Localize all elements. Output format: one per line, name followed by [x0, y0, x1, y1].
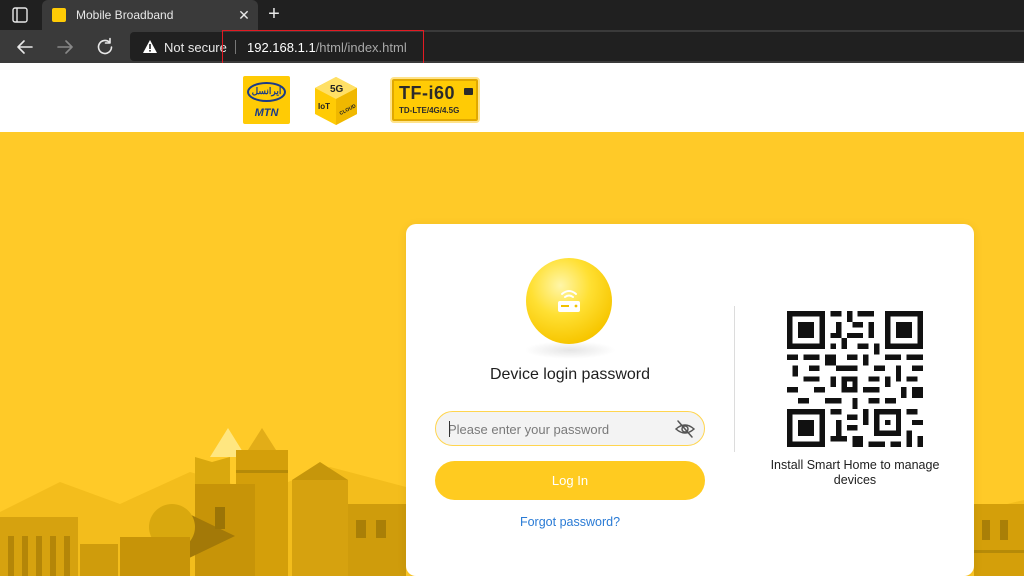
- mtn-logo-en-text: MTN: [254, 107, 279, 119]
- favicon-icon: [52, 8, 66, 22]
- 5g-iot-cloud-logo: 5G IoT CLOUD: [315, 77, 358, 125]
- qr-caption: Install Smart Home to manage devices: [770, 458, 940, 487]
- irancell-mtn-logo: ایرانسل MTN: [243, 76, 290, 124]
- tf-badge: [464, 88, 473, 95]
- tab-actions-icon[interactable]: [10, 6, 30, 24]
- tf-sub-text: TD-LTE/4G/4.5G: [399, 106, 460, 115]
- qr-code: [787, 311, 923, 447]
- back-arrow-icon[interactable]: [13, 35, 37, 59]
- router-icon: [558, 290, 580, 312]
- new-tab-button[interactable]: +: [262, 3, 286, 27]
- text-caret: [449, 421, 450, 437]
- router-orb: [526, 258, 612, 344]
- eye-slash-icon[interactable]: [674, 419, 696, 439]
- mtn-logo-fa-text: ایرانسل: [251, 86, 282, 96]
- tf-model-text: TF-i60: [399, 83, 456, 103]
- password-input[interactable]: [448, 419, 668, 439]
- security-label[interactable]: Not secure: [164, 40, 227, 55]
- tab-bar: Mobile Broadband ✕ +: [0, 0, 1024, 30]
- password-field[interactable]: [435, 411, 705, 446]
- forgot-password-link[interactable]: Forgot password?: [406, 515, 734, 529]
- forward-arrow-icon[interactable]: [53, 35, 77, 59]
- browser-toolbar: Not secure 192.168.1.1/html/index.html: [0, 30, 1024, 63]
- reload-icon[interactable]: [93, 35, 117, 59]
- login-title: Device login password: [489, 366, 651, 383]
- warning-icon[interactable]: [142, 39, 158, 54]
- logo-5g-text: 5G: [330, 84, 344, 95]
- logo-5g-iot: IoT: [318, 102, 330, 111]
- card-divider: [734, 306, 735, 452]
- browser-tab[interactable]: Mobile Broadband ✕: [42, 0, 258, 30]
- login-card: Device login password Log In Forgot pass…: [406, 224, 974, 576]
- tab-title: Mobile Broadband: [76, 8, 174, 22]
- close-icon[interactable]: ✕: [234, 5, 254, 25]
- brand-header: ایرانسل MTN 5G IoT CLOUD TF-i60 TD-LTE/4…: [0, 63, 1024, 132]
- tf-i60-logo: TF-i60 TD-LTE/4G/4.5G: [390, 77, 480, 123]
- login-button[interactable]: Log In: [435, 461, 705, 500]
